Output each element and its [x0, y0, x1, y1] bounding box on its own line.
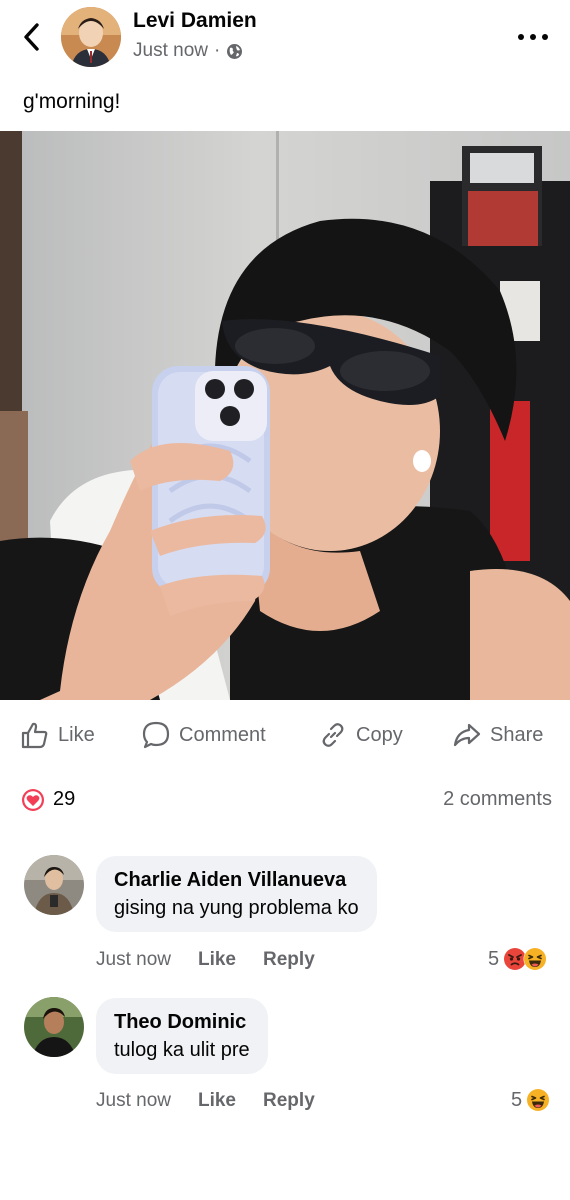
- meta-separator: ·: [213, 40, 221, 61]
- comment-actions: Just now Like Reply: [96, 1090, 315, 1112]
- comment-actions: Just now Like Reply: [96, 949, 315, 971]
- comment-reaction-count: 5: [488, 947, 500, 970]
- post-photo[interactable]: [0, 131, 570, 700]
- globe-icon: [227, 43, 243, 59]
- reaction-count[interactable]: 29: [53, 788, 75, 811]
- share-label: Share: [490, 723, 544, 746]
- commenter-name[interactable]: Theo Dominic: [114, 1011, 250, 1034]
- like-button[interactable]: Like: [20, 718, 95, 752]
- comment-text: gising na yung problema ko: [114, 897, 359, 919]
- haha-emoji-icon: [523, 947, 547, 971]
- post-meta: Just now ·: [133, 40, 243, 62]
- commenter-name[interactable]: Charlie Aiden Villanueva: [114, 869, 359, 892]
- back-arrow-icon[interactable]: [18, 20, 48, 54]
- comment-bubble[interactable]: Charlie Aiden Villanueva gising na yung …: [96, 856, 377, 932]
- comment-button[interactable]: Comment: [141, 718, 266, 752]
- comment-bubble[interactable]: Theo Dominic tulog ka ulit pre: [96, 998, 268, 1074]
- comment-reaction-count: 5: [511, 1088, 523, 1111]
- copy-label: Copy: [356, 723, 403, 746]
- post-text: g'morning!: [23, 90, 121, 113]
- comment-bubble-icon: [142, 721, 170, 749]
- comment-like-button[interactable]: Like: [198, 1090, 236, 1112]
- post-action-bar: Like Comment Copy Share: [0, 712, 570, 758]
- post-header: Levi Damien Just now ·: [0, 0, 570, 80]
- comment-reply-button[interactable]: Reply: [263, 949, 315, 971]
- love-reaction-icon[interactable]: [21, 788, 45, 812]
- comments-count[interactable]: 2 comments: [443, 788, 552, 811]
- more-options-icon[interactable]: [516, 30, 550, 44]
- comment-text: tulog ka ulit pre: [114, 1039, 250, 1061]
- author-name[interactable]: Levi Damien: [133, 9, 257, 33]
- comment-reactions[interactable]: 5: [488, 947, 547, 971]
- comment-label: Comment: [179, 723, 266, 746]
- copy-button[interactable]: Copy: [318, 718, 403, 752]
- comment-reactions[interactable]: 5: [511, 1088, 550, 1112]
- post-time[interactable]: Just now: [133, 40, 208, 62]
- thumbs-up-icon: [21, 722, 48, 749]
- commenter-avatar[interactable]: [24, 997, 84, 1057]
- like-label: Like: [58, 723, 95, 746]
- comment-like-button[interactable]: Like: [198, 949, 236, 971]
- share-button[interactable]: Share: [452, 718, 543, 752]
- author-avatar[interactable]: [61, 7, 121, 67]
- haha-emoji-icon: [527, 1089, 550, 1111]
- comment-time: Just now: [96, 949, 171, 970]
- reaction-stats: 29 2 comments: [0, 782, 570, 818]
- commenter-avatar[interactable]: [24, 855, 84, 915]
- comment-reply-button[interactable]: Reply: [263, 1090, 315, 1112]
- share-arrow-icon: [453, 723, 481, 747]
- comment-time: Just now: [96, 1090, 171, 1111]
- link-icon: [322, 723, 344, 747]
